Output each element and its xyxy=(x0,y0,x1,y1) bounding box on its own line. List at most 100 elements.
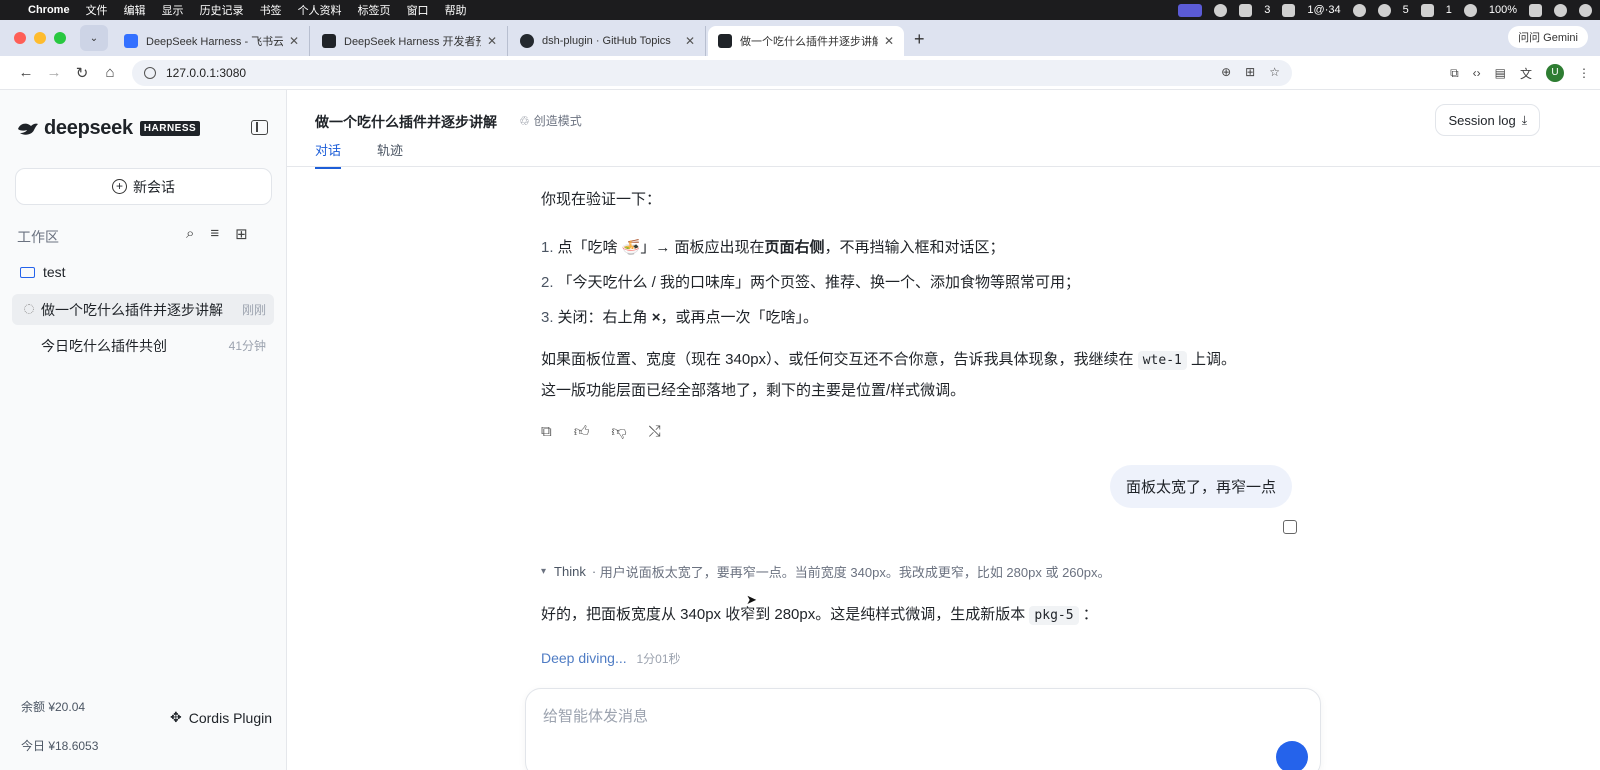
minimize-window-button[interactable] xyxy=(34,32,46,44)
deepseek-logo[interactable]: deepseek HARNESS xyxy=(17,117,201,140)
site-info-icon[interactable] xyxy=(144,67,156,79)
wechat-icon[interactable] xyxy=(1420,3,1434,17)
screen-record-icon[interactable] xyxy=(1178,3,1203,17)
reader-icon[interactable]: ▤ xyxy=(1495,66,1506,80)
copy-icon[interactable] xyxy=(1283,520,1297,534)
paragraph-text: 上调。 xyxy=(1191,351,1237,368)
think-text: 用户说面板太宽了，要再窄一点。当前宽度 340px。我改成更窄，比如 280px… xyxy=(599,565,1111,580)
emoji-icon[interactable] xyxy=(1214,3,1228,17)
menu-edit[interactable]: 编辑 xyxy=(124,2,146,18)
workspace-tools: ⌕ ≡ ⊞ xyxy=(186,225,248,243)
reload-icon[interactable]: ↻ xyxy=(68,64,96,82)
tab-title: DeepSeek Harness 开发者预览 xyxy=(344,36,481,48)
branch-icon[interactable]: ⤭ xyxy=(649,423,661,441)
play-icon[interactable] xyxy=(1463,3,1477,17)
menubar-app-name[interactable]: Chrome xyxy=(28,4,70,16)
menu-profiles[interactable]: 个人资料 xyxy=(298,2,342,18)
close-tab-icon[interactable]: ✕ xyxy=(685,34,695,48)
bookmark-star-icon[interactable]: ☆ xyxy=(1269,65,1280,79)
vpn-icon[interactable] xyxy=(1352,3,1366,17)
close-tab-icon[interactable]: ✕ xyxy=(487,34,497,48)
close-tab-icon[interactable]: ✕ xyxy=(289,34,299,48)
plugin-button[interactable]: ✥ Cordis Plugin xyxy=(170,709,272,726)
back-icon[interactable]: ← xyxy=(12,64,40,81)
tab-conversation[interactable]: 对话 xyxy=(315,140,342,169)
new-chat-label: 新会话 xyxy=(133,178,175,195)
ask-gemini-button[interactable]: 问问 Gemini xyxy=(1508,26,1588,48)
menu-tabs[interactable]: 标签页 xyxy=(358,2,391,18)
filter-icon[interactable]: ≡ xyxy=(210,225,219,243)
macos-menubar: Chrome 文件 编辑 显示 历史记录 书签 个人资料 标签页 窗口 帮助 3… xyxy=(0,0,1600,20)
tab-search-button[interactable]: ⌄ xyxy=(80,25,108,51)
tab-trace[interactable]: 轨迹 xyxy=(377,140,403,169)
wifi-icon[interactable] xyxy=(1554,3,1567,17)
session-item-active[interactable]: 做一个吃什么插件并逐步讲解 刚刚 xyxy=(12,294,274,325)
tab-github[interactable]: dsh-plugin · GitHub Topics ✕ xyxy=(510,26,706,56)
message-actions: ⧉ 👍︎ 👎︎ ⤭ xyxy=(541,423,661,441)
thumbs-up-icon[interactable]: 👍︎ xyxy=(574,423,590,441)
thumbs-down-icon[interactable]: 👎︎ xyxy=(611,423,626,441)
search-icon[interactable]: ⌕ xyxy=(186,225,194,243)
session-title: 今日吃什么插件共创 xyxy=(41,337,167,354)
deepseek-icon xyxy=(322,34,336,48)
list-item: 3. 关闭：右上角 ×，或再点一次「吃啥」。 xyxy=(541,306,818,327)
battery-percent[interactable]: 100% xyxy=(1489,4,1517,16)
extensions-icon[interactable]: ⧉ xyxy=(1450,66,1459,81)
feishu-doc-icon xyxy=(124,34,138,48)
mode-indicator[interactable]: ♲ 创造模式 xyxy=(519,112,582,129)
menu-bookmarks[interactable]: 书签 xyxy=(260,2,282,18)
tab-active-chat[interactable]: 做一个吃什么插件并逐步讲解 - ✕ xyxy=(708,26,904,56)
tab-strip: ⌄ DeepSeek Harness - 飞书云文 ✕ DeepSeek Har… xyxy=(0,20,1600,56)
omnibox[interactable]: 127.0.0.1:3080 ⊕ ⊞ ☆ xyxy=(132,60,1292,86)
menu-file[interactable]: 文件 xyxy=(86,2,108,18)
session-time: 41分钟 xyxy=(228,339,266,353)
session-log-button[interactable]: Session log ⤓ xyxy=(1435,104,1540,136)
reply-text: 好的，把面板宽度从 340px 收窄到 280px。这是纯样式微调，生成新版本 xyxy=(541,606,1026,623)
composer-placeholder[interactable]: 给智能体发消息 xyxy=(543,705,648,726)
new-chat-button[interactable]: + 新会话 xyxy=(15,168,272,205)
devtools-icon[interactable]: ‹› xyxy=(1473,66,1481,80)
tray-count-d[interactable]: 1 xyxy=(1446,4,1452,16)
new-folder-icon[interactable]: ⊞ xyxy=(235,225,248,243)
wps-icon[interactable] xyxy=(1282,3,1296,17)
menu-window[interactable]: 窗口 xyxy=(407,2,429,18)
tray-count-c[interactable]: 5 xyxy=(1403,4,1409,16)
address-toolbar: ← → ↻ ⌂ 127.0.0.1:3080 ⊕ ⊞ ☆ ⧉ ‹› ▤ 文 U … xyxy=(0,56,1600,90)
new-tab-button[interactable]: + xyxy=(914,29,925,50)
message-composer[interactable]: 给智能体发消息 xyxy=(525,688,1321,770)
tray-count-a[interactable]: 3 xyxy=(1264,4,1270,16)
send-button[interactable] xyxy=(1276,741,1308,770)
control-center-icon[interactable] xyxy=(1579,3,1592,17)
chatgpt-icon[interactable] xyxy=(1377,3,1391,17)
think-block[interactable]: ▾ Think · 用户说面板太宽了，要再窄一点。当前宽度 340px。我改成更… xyxy=(541,562,1111,581)
tray-count-b[interactable]: 1@·34 xyxy=(1307,4,1340,16)
chat-tabs: 对话 轨迹 xyxy=(315,140,403,169)
close-window-button[interactable] xyxy=(14,32,26,44)
install-icon[interactable]: ⊞ xyxy=(1245,65,1255,79)
mic-icon[interactable] xyxy=(1239,3,1253,17)
tab-feishu[interactable]: DeepSeek Harness - 飞书云文 ✕ xyxy=(114,26,310,56)
chrome-menu-icon[interactable]: ⋮ xyxy=(1578,66,1590,80)
profile-avatar[interactable]: U xyxy=(1546,64,1564,82)
menu-history[interactable]: 历史记录 xyxy=(200,2,244,18)
assistant-reply: 好的，把面板宽度从 340px 收窄到 280px。这是纯样式微调，生成新版本 … xyxy=(541,600,1321,631)
translate-icon[interactable]: 文 xyxy=(1520,65,1532,82)
zoom-window-button[interactable] xyxy=(54,32,66,44)
close-tab-icon[interactable]: ✕ xyxy=(884,34,894,48)
assistant-paragraph: 如果面板位置、宽度（现在 340px）、或任何交互还不合你意，告诉我具体现象，我… xyxy=(541,345,1321,406)
menu-help[interactable]: 帮助 xyxy=(445,2,467,18)
step-bold: 页面右侧 xyxy=(764,239,825,256)
session-item[interactable]: 今日吃什么插件共创 41分钟 xyxy=(12,330,274,361)
forward-icon[interactable]: → xyxy=(40,64,68,81)
battery-icon[interactable] xyxy=(1529,3,1542,17)
plugin-label: Cordis Plugin xyxy=(188,709,272,726)
home-icon[interactable]: ⌂ xyxy=(96,64,124,81)
collapse-sidebar-icon[interactable] xyxy=(251,120,268,135)
zoom-icon[interactable]: ⊕ xyxy=(1221,65,1231,79)
tab-deepseek-preview[interactable]: DeepSeek Harness 开发者预览 ✕ xyxy=(312,26,508,56)
url-text[interactable]: 127.0.0.1:3080 xyxy=(166,66,246,80)
toolbar-extensions: ⧉ ‹› ▤ 文 U ⋮ xyxy=(1450,64,1590,82)
menu-view[interactable]: 显示 xyxy=(162,2,184,18)
folder-test[interactable]: test xyxy=(20,264,66,280)
copy-icon[interactable]: ⧉ xyxy=(541,423,552,441)
